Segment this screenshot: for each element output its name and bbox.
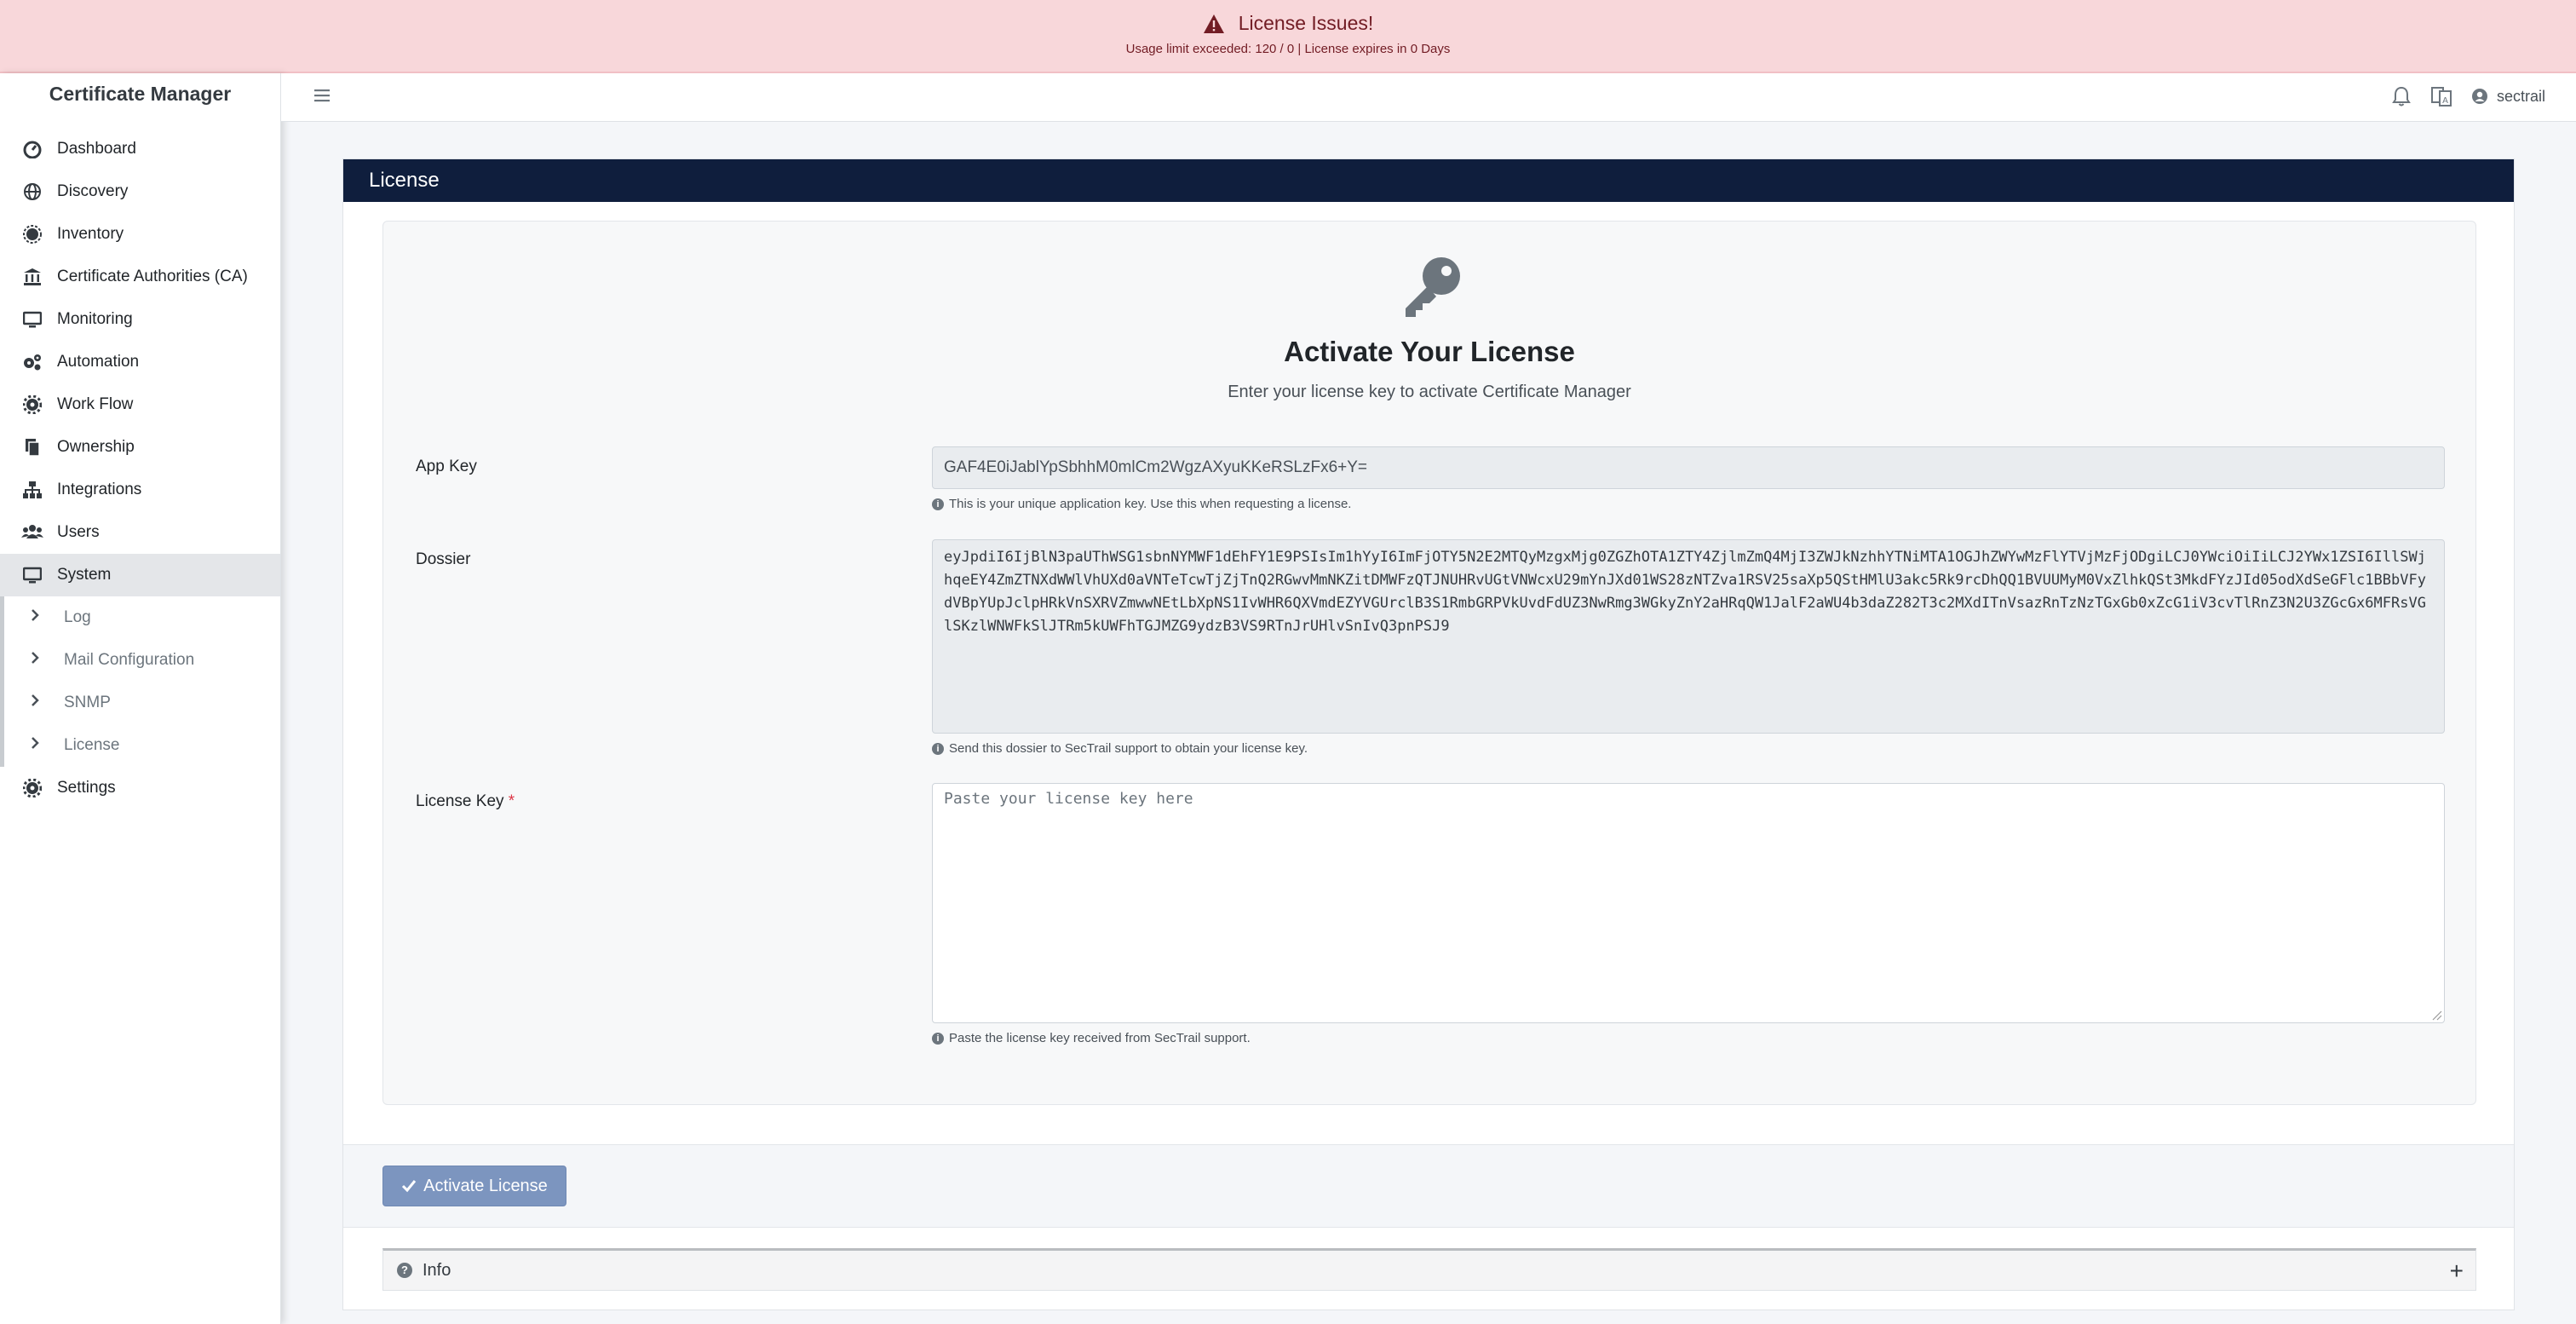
sidebar-item-label: System (57, 566, 112, 584)
activate-title: Activate Your License (1284, 336, 1575, 367)
gear-icon (21, 777, 43, 799)
monitor-icon (21, 564, 43, 586)
sidebar-item-users[interactable]: Users (0, 511, 280, 554)
alert-title: License Issues! (1238, 12, 1374, 34)
info-collapsible[interactable]: ? Info + (382, 1248, 2476, 1291)
app-key-label: App Key (416, 458, 477, 475)
card-footer: Activate License (343, 1144, 2514, 1228)
alert-message: Usage limit exceeded: 120 / 0 | License … (1125, 42, 1451, 56)
dashboard-icon (21, 138, 43, 160)
sidebar-item-integrations[interactable]: Integrations (0, 469, 280, 511)
hamburger-menu-icon[interactable] (312, 85, 332, 106)
sidebar-subitem-label: Mail Configuration (64, 651, 195, 669)
certificate-icon (21, 223, 43, 245)
globe-icon (21, 181, 43, 203)
check-icon (402, 1180, 417, 1193)
sidebar-item-label: Discovery (57, 182, 129, 200)
warning-icon (1203, 14, 1224, 33)
expand-plus-icon[interactable]: + (2450, 1258, 2464, 1285)
sitemap-icon (21, 479, 43, 501)
app-key-field[interactable]: GAF4E0iJablYpSbhhM0mlCm2WgzAXyuKKeRSLzFx… (932, 446, 2445, 489)
chevron-right-icon (30, 694, 43, 712)
users-icon (21, 521, 43, 544)
license-key-label-text: License Key (416, 792, 504, 810)
license-key-textarea[interactable]: Paste your license key here (932, 783, 2445, 1023)
sidebar-item-label: Inventory (57, 225, 124, 243)
license-key-help: i Paste the license key received from Se… (932, 1031, 1251, 1045)
info-circle-icon: i (932, 742, 944, 755)
key-icon (1406, 257, 1460, 317)
dossier-textarea[interactable]: eyJpdiI6IjBlN3paUThWSG1sbnNYMWF1dEhFY1E9… (932, 539, 2445, 734)
sidebar-item-system[interactable]: System (0, 554, 280, 596)
sidebar-item-label: Certificate Authorities (CA) (57, 268, 248, 285)
sidebar-item-automation[interactable]: Automation (0, 341, 280, 383)
license-alert-banner: License Issues! Usage limit exceeded: 12… (0, 0, 2576, 73)
monitor-icon (21, 308, 43, 331)
language-icon[interactable]: A (2430, 85, 2452, 107)
sidebar-item-settings[interactable]: Settings (0, 767, 280, 809)
bell-icon[interactable] (2391, 85, 2412, 107)
sidebar-item-certificate-authorities[interactable]: Certificate Authorities (CA) (0, 256, 280, 298)
required-asterisk: * (508, 792, 515, 810)
brand-title[interactable]: Certificate Manager (0, 75, 280, 112)
app-key-help-text: This is your unique application key. Use… (949, 497, 1352, 511)
chevron-right-icon (30, 608, 43, 627)
sidebar-subitem-label: SNMP (64, 694, 111, 711)
user-circle-icon (2471, 89, 2487, 104)
app-key-help: i This is your unique application key. U… (932, 497, 1351, 511)
sidebar-nav: Dashboard Discovery Inventory Certificat… (0, 128, 280, 809)
license-card: License Activate Your License Enter your… (342, 158, 2515, 1310)
activate-license-label: Activate License (423, 1176, 548, 1195)
info-label: Info (423, 1260, 451, 1280)
gear-icon (21, 394, 43, 416)
sidebar-item-monitoring[interactable]: Monitoring (0, 298, 280, 341)
sidebar-item-label: Automation (57, 353, 140, 371)
card-header: License (343, 159, 2514, 202)
sidebar-item-dashboard[interactable]: Dashboard (0, 128, 280, 170)
sidebar-item-label: Monitoring (57, 310, 133, 328)
sidebar-item-label: Dashboard (57, 140, 136, 158)
sidebar-item-inventory[interactable]: Inventory (0, 213, 280, 256)
dossier-help: i Send this dossier to SecTrail support … (932, 741, 1308, 756)
sidebar-subitem-snmp[interactable]: SNMP (0, 682, 280, 724)
sidebar-item-label: Integrations (57, 481, 142, 498)
sidebar-subitem-license[interactable]: License (0, 724, 280, 767)
resize-grip-icon[interactable] (2430, 1009, 2442, 1021)
activate-subtitle: Enter your license key to activate Certi… (1228, 383, 1631, 401)
activate-license-button[interactable]: Activate License (382, 1166, 566, 1206)
dossier-help-text: Send this dossier to SecTrail support to… (949, 741, 1308, 756)
navbar-right: A sectrail (2391, 85, 2545, 107)
top-navbar: A sectrail (281, 73, 2576, 122)
sidebar-subitem-mail-configuration[interactable]: Mail Configuration (0, 639, 280, 682)
cogs-icon (21, 351, 43, 373)
sidebar: Certificate Manager Dashboard Discovery … (0, 73, 281, 1324)
sidebar-item-label: Ownership (57, 438, 135, 456)
license-form-panel: Activate Your License Enter your license… (382, 221, 2476, 1105)
sidebar-item-label: Settings (57, 779, 116, 797)
sidebar-item-discovery[interactable]: Discovery (0, 170, 280, 213)
license-key-placeholder: Paste your license key here (944, 790, 1193, 808)
sidebar-subitem-label: Log (64, 608, 91, 626)
question-circle-icon: ? (397, 1263, 412, 1278)
username: sectrail (2496, 87, 2545, 105)
chevron-right-icon (30, 651, 43, 670)
info-circle-icon: i (932, 498, 944, 510)
sidebar-item-ownership[interactable]: Ownership (0, 426, 280, 469)
svg-text:A: A (2442, 96, 2448, 106)
info-circle-icon: i (932, 1032, 944, 1045)
copy-icon (21, 436, 43, 458)
sidebar-subitem-label: License (64, 736, 120, 754)
dossier-label: Dossier (416, 550, 471, 568)
sidebar-subitem-log[interactable]: Log (0, 596, 280, 639)
sidebar-item-work-flow[interactable]: Work Flow (0, 383, 280, 426)
sidebar-item-label: Users (57, 523, 100, 541)
user-menu[interactable]: sectrail (2471, 88, 2545, 106)
chevron-right-icon (30, 736, 43, 755)
alert-title-row: License Issues! (0, 12, 2576, 35)
sidebar-item-label: Work Flow (57, 395, 134, 413)
license-key-help-text: Paste the license key received from SecT… (949, 1031, 1251, 1045)
bank-icon (21, 266, 43, 288)
license-key-label: License Key * (416, 792, 515, 811)
